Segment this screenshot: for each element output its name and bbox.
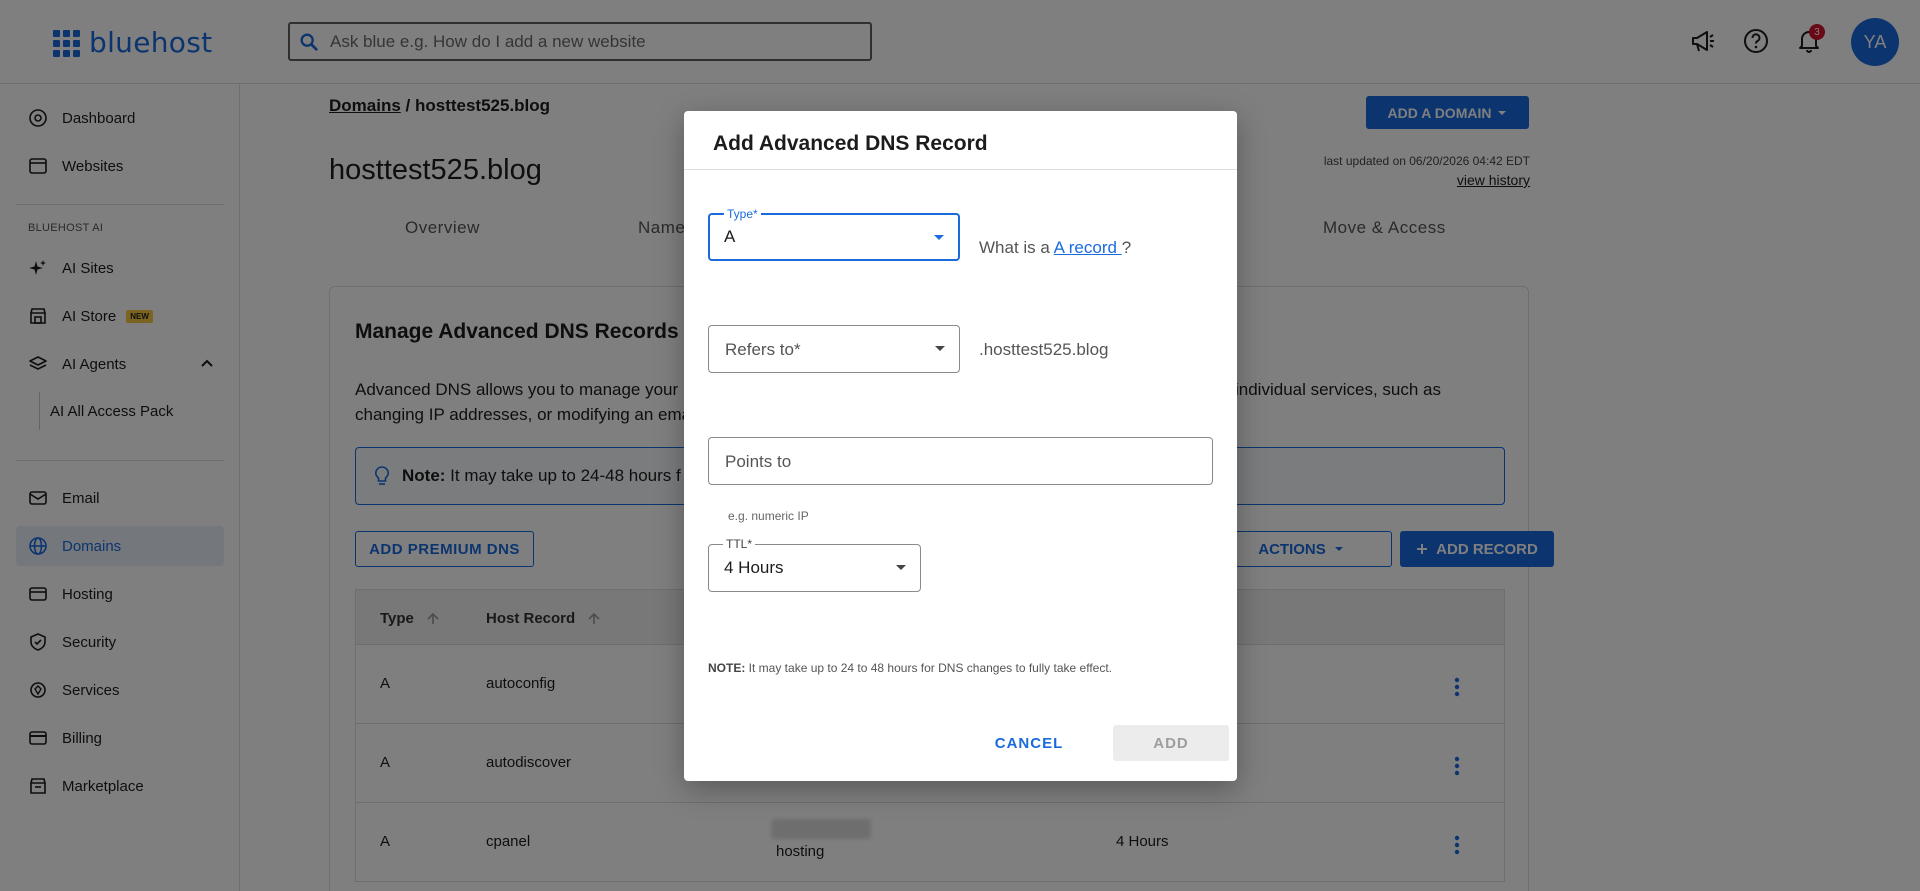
modal-note: NOTE: It may take up to 24 to 48 hours f… [708,661,1112,675]
help-prefix: What is a [979,238,1054,257]
type-value: A [724,227,736,246]
refers-to-select[interactable]: Refers to* [708,325,960,373]
caret-down-icon [935,346,945,351]
ttl-select[interactable]: TTL* 4 Hours [708,537,921,592]
help-text: What is a A record ? [979,238,1131,258]
refers-to-placeholder: Refers to* [725,340,801,359]
points-to-input[interactable]: Points to [708,437,1213,485]
modal-divider [684,169,1237,170]
add-dns-record-modal: Add Advanced DNS Record Type* A What is … [684,111,1237,781]
domain-suffix: .hosttest525.blog [979,340,1109,359]
type-label: Type* [724,207,761,221]
a-record-link[interactable]: A record [1054,238,1122,257]
caret-down-icon [934,235,944,240]
points-to-placeholder: Points to [725,452,792,471]
points-to-hint: e.g. numeric IP [728,509,809,523]
modal-title: Add Advanced DNS Record [713,132,988,155]
modal-note-bold: NOTE: [708,661,746,675]
add-button[interactable]: ADD [1113,725,1229,761]
help-suffix: ? [1121,238,1132,257]
caret-down-icon [896,565,906,570]
type-select[interactable]: Type* A [708,207,960,261]
ttl-value: 4 Hours [724,558,784,577]
cancel-button[interactable]: CANCEL [974,725,1084,761]
ttl-label: TTL* [723,537,756,551]
modal-note-text: It may take up to 24 to 48 hours for DNS… [745,661,1112,675]
